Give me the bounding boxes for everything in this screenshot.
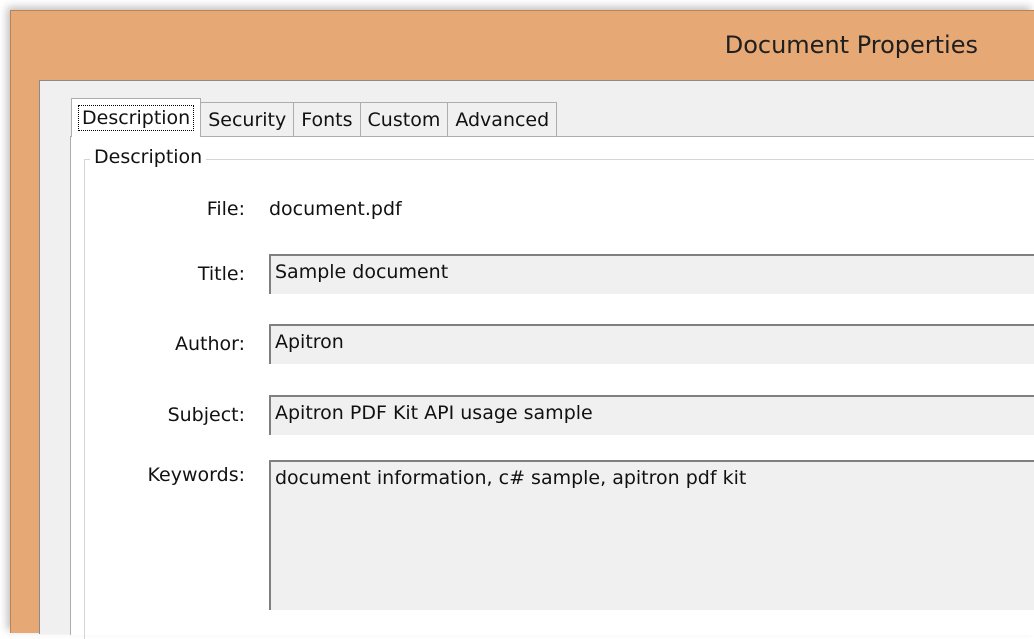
keywords-field[interactable]: document information, c# sample, apitron… bbox=[269, 460, 1034, 610]
tab-description[interactable]: Description bbox=[71, 98, 202, 137]
author-label: Author: bbox=[174, 333, 245, 355]
file-label: File: bbox=[206, 198, 245, 220]
tab-description-label: Description bbox=[78, 105, 195, 131]
title-bar[interactable]: Document Properties bbox=[11, 11, 1034, 79]
tab-advanced[interactable]: Advanced bbox=[447, 102, 558, 137]
description-group-label: Description bbox=[90, 146, 207, 168]
window-title: Document Properties bbox=[724, 31, 978, 59]
author-field[interactable]: Apitron bbox=[269, 324, 1034, 364]
tab-custom-label: Custom bbox=[367, 109, 441, 131]
tab-security-label: Security bbox=[208, 109, 287, 131]
file-value: document.pdf bbox=[269, 198, 402, 220]
tab-advanced-label: Advanced bbox=[455, 109, 550, 131]
subject-field[interactable]: Apitron PDF Kit API usage sample bbox=[269, 395, 1034, 435]
document-properties-window: Document Properties Description Security… bbox=[10, 10, 1034, 639]
description-tab-panel: Description File: document.pdf Title: Sa… bbox=[70, 136, 1034, 639]
tab-strip: Description Security Fonts Custom Advanc… bbox=[71, 98, 558, 137]
dialog-client-area: Description Security Fonts Custom Advanc… bbox=[39, 80, 1034, 639]
description-groupbox: Description File: document.pdf Title: Sa… bbox=[84, 146, 1034, 639]
title-field[interactable]: Sample document bbox=[269, 254, 1034, 294]
title-label: Title: bbox=[197, 263, 245, 285]
tab-fonts[interactable]: Fonts bbox=[293, 102, 361, 137]
tab-security[interactable]: Security bbox=[200, 102, 295, 137]
subject-label: Subject: bbox=[167, 404, 245, 426]
keywords-label: Keywords: bbox=[147, 464, 245, 486]
tab-custom[interactable]: Custom bbox=[359, 102, 449, 137]
tab-fonts-label: Fonts bbox=[301, 109, 353, 131]
